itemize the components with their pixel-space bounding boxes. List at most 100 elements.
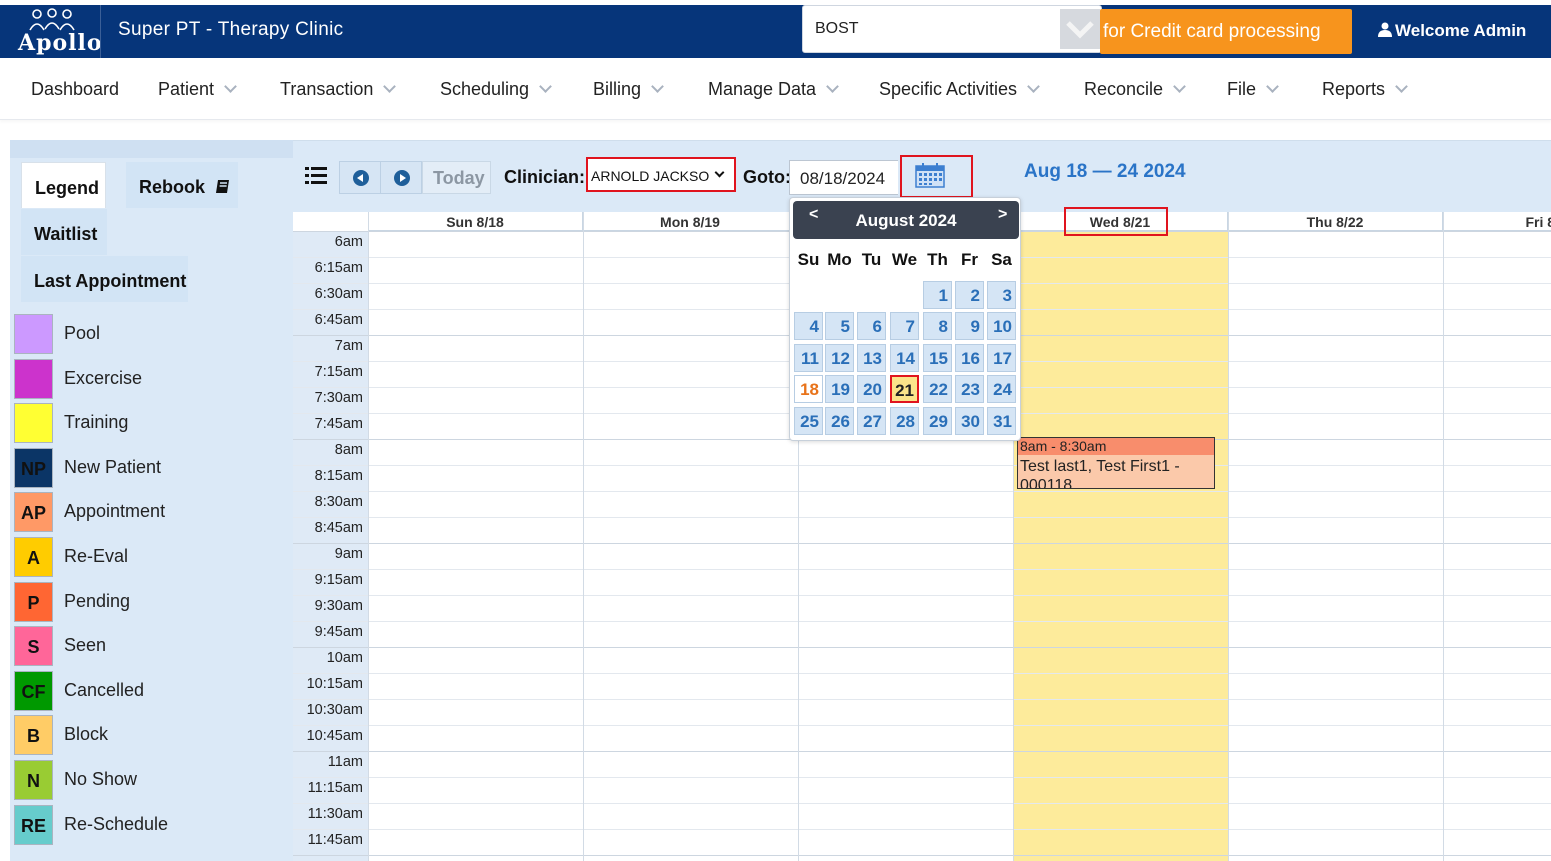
time-slot-label: 11:15am	[307, 780, 363, 796]
menu-label: Transaction	[280, 79, 374, 99]
datepicker-day[interactable]: 24	[987, 375, 1016, 403]
day-column-header[interactable]: Mon 8/19	[583, 212, 798, 231]
datepicker-next-month[interactable]: >	[998, 206, 1007, 224]
day-column-header[interactable]: Sun 8/18	[368, 212, 583, 231]
location-select[interactable]: BOST	[802, 5, 1102, 53]
datepicker-day[interactable]: 12	[825, 344, 854, 372]
tab-label: Waitlist	[34, 224, 98, 244]
time-slot-line	[293, 777, 1551, 778]
next-week-button[interactable]	[380, 161, 422, 194]
credit-card-processing-button[interactable]: for Credit card processing	[1100, 9, 1352, 54]
datepicker-weekday: Sa	[991, 250, 1012, 269]
tab-legend[interactable]: Legend	[21, 162, 106, 208]
goto-date-input[interactable]: 08/18/2024	[789, 160, 898, 195]
chevron-down-icon	[1173, 80, 1186, 93]
datepicker-day[interactable]: 7	[890, 312, 919, 340]
people-logo-icon	[29, 8, 75, 31]
menu-label: Specific Activities	[879, 79, 1018, 99]
datepicker-day-selected[interactable]: 21	[890, 375, 919, 403]
menu-dashboard[interactable]: Dashboard	[31, 79, 119, 100]
chevron-down-icon	[714, 167, 725, 178]
datepicker-day[interactable]: 25	[794, 407, 823, 435]
datepicker-day[interactable]: 10	[987, 312, 1016, 340]
legend-swatch: B	[14, 715, 53, 756]
menu-specific-activities[interactable]: Specific Activities	[879, 79, 1040, 100]
legend-label: Block	[64, 724, 109, 745]
previous-week-button[interactable]	[339, 161, 381, 194]
datepicker-day[interactable]: 3	[987, 281, 1016, 309]
apollo-logo[interactable]: Apollo	[14, 8, 102, 56]
clinician-label: Clinician:	[504, 167, 586, 187]
menu-manage-data[interactable]: Manage Data	[708, 79, 839, 100]
location-select-value: BOST	[815, 20, 859, 37]
datepicker-day[interactable]: 28	[890, 407, 919, 435]
time-slot-line	[293, 543, 1551, 544]
datepicker-day[interactable]: 6	[857, 312, 886, 340]
legend-label: No Show	[64, 769, 138, 789]
time-slot-label: 9:45am	[314, 624, 363, 640]
today-button[interactable]: Today	[422, 161, 491, 194]
day-column-header[interactable]: Thu 8/22	[1228, 212, 1443, 231]
datepicker-day[interactable]: 9	[955, 312, 984, 340]
datepicker-day[interactable]: 23	[955, 375, 984, 403]
list-view-icon[interactable]	[305, 166, 327, 186]
datepicker-popup: < August 2024 > Su Mo Tu We Th Fr Sa 1 2 3 4 5 6 7 8 9 1…	[789, 197, 1021, 441]
datepicker-day[interactable]: 4	[794, 312, 823, 340]
welcome-user-menu[interactable]: Welcome Admin	[1378, 21, 1526, 41]
menu-file[interactable]: File	[1227, 79, 1279, 100]
location-dropdown-button[interactable]	[1060, 9, 1100, 49]
menu-billing[interactable]: Billing	[593, 79, 664, 100]
datepicker-weekday: Tu	[861, 250, 882, 269]
tab-waitlist[interactable]: Waitlist	[21, 209, 107, 255]
datepicker-header: < August 2024 >	[793, 201, 1019, 239]
appointment-block[interactable]: 8am - 8:30am Test last1, Test First1 - 0…	[1017, 437, 1215, 489]
time-slot-line	[293, 725, 1551, 726]
datepicker-day[interactable]: 27	[857, 407, 886, 435]
open-calendar-button[interactable]	[900, 155, 973, 198]
datepicker-day[interactable]: 2	[955, 281, 984, 309]
datepicker-day[interactable]: 30	[955, 407, 984, 435]
tab-label: Last Appointment	[34, 271, 187, 291]
time-slot-line	[293, 465, 1551, 466]
datepicker-day[interactable]: 22	[923, 375, 952, 403]
time-slot-line	[293, 855, 1551, 856]
datepicker-day[interactable]: 1	[923, 281, 952, 309]
tab-rebook[interactable]: Rebook	[126, 162, 238, 208]
week-range-title: Aug 18 — 24 2024	[1024, 161, 1186, 182]
datepicker-day[interactable]: 13	[857, 344, 886, 372]
arrow-left-icon	[353, 170, 369, 186]
datepicker-day[interactable]: 29	[923, 407, 952, 435]
tab-last-appointment[interactable]: Last Appointment	[21, 256, 188, 302]
menu-transaction[interactable]: Transaction	[280, 79, 397, 100]
appointment-time: 8am - 8:30am	[1018, 438, 1214, 455]
menu-label: Reports	[1322, 79, 1386, 99]
datepicker-day[interactable]: 18	[794, 375, 823, 403]
datepicker-day[interactable]: 31	[987, 407, 1016, 435]
datepicker-day[interactable]: 15	[923, 344, 952, 372]
time-slot-line	[293, 699, 1551, 700]
datepicker-day[interactable]: 16	[955, 344, 984, 372]
selected-day-column[interactable]	[1013, 231, 1228, 861]
legend-swatch	[14, 314, 53, 354]
datepicker-day[interactable]: 11	[794, 344, 823, 372]
time-slot-label: 9am	[334, 546, 363, 562]
time-slot-label: 6am	[334, 234, 363, 250]
datepicker-day[interactable]: 17	[987, 344, 1016, 372]
datepicker-day[interactable]: 14	[890, 344, 919, 372]
column-divider	[1228, 212, 1229, 861]
menu-scheduling[interactable]: Scheduling	[440, 79, 552, 100]
clinician-select[interactable]: ARNOLD JACKSON	[586, 157, 736, 192]
menu-patient[interactable]: Patient	[158, 79, 237, 100]
time-slot-label: 9:15am	[314, 572, 363, 588]
day-column-header[interactable]: Fri 8/23	[1443, 212, 1551, 231]
logo-separator	[100, 5, 101, 58]
welcome-text: Welcome Admin	[1395, 21, 1527, 40]
datepicker-day[interactable]: 5	[825, 312, 854, 340]
menu-reconcile[interactable]: Reconcile	[1084, 79, 1186, 100]
datepicker-day[interactable]: 20	[857, 375, 886, 403]
menu-reports[interactable]: Reports	[1322, 79, 1408, 100]
datepicker-month-title: August 2024	[855, 211, 957, 230]
datepicker-day[interactable]: 26	[825, 407, 854, 435]
datepicker-day[interactable]: 19	[825, 375, 854, 403]
datepicker-day[interactable]: 8	[923, 312, 952, 340]
